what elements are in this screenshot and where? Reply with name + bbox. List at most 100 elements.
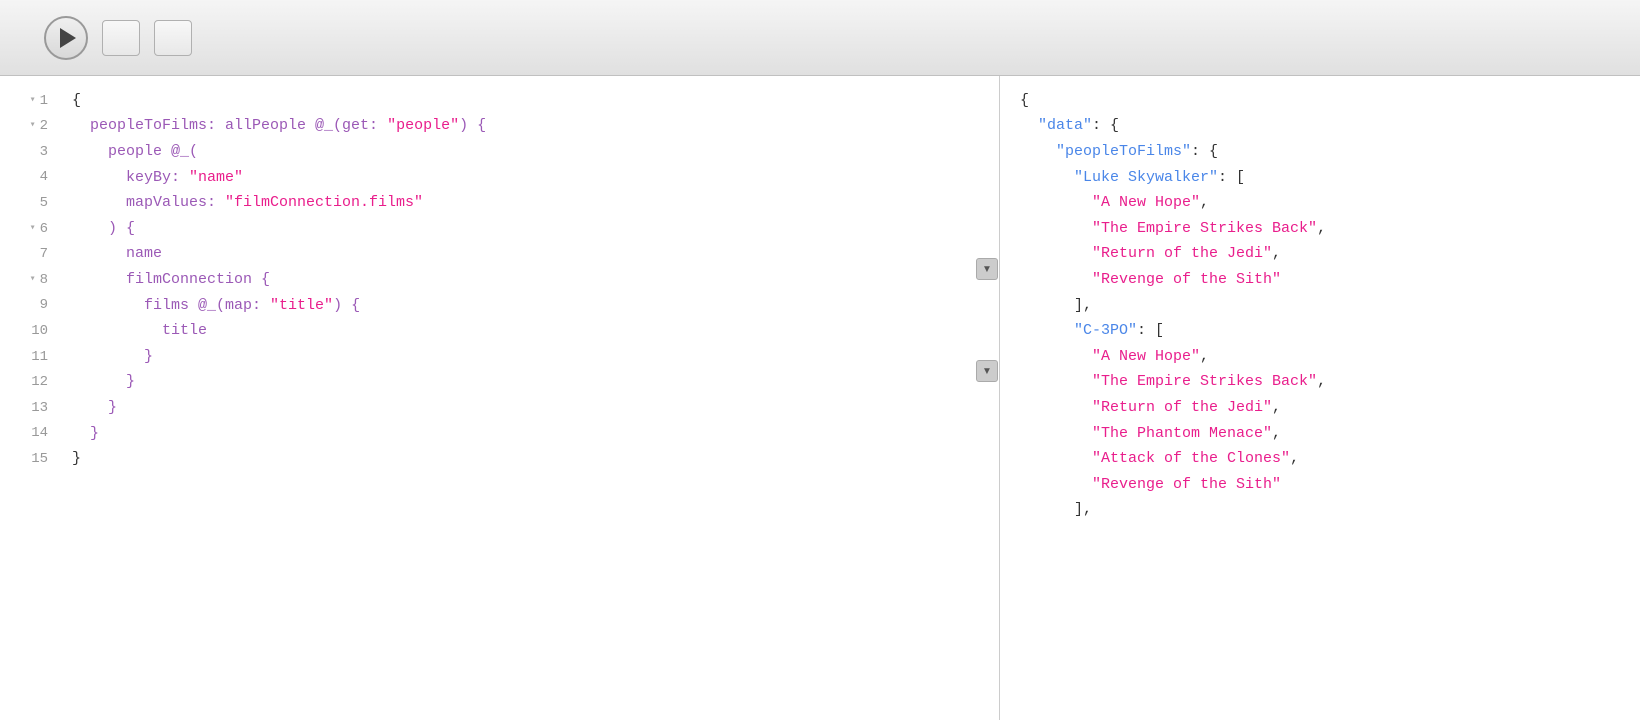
line-num-label: 9 [40, 294, 48, 316]
code-token: title [72, 319, 207, 343]
code-token: } [72, 447, 81, 471]
editor-pane: ▾1▾2345▾67▾89101112131415 { peopleToFilm… [0, 76, 1000, 720]
code-token: "title" [270, 294, 333, 318]
prettify-button[interactable] [102, 20, 140, 56]
code-line-7: name [72, 242, 983, 268]
result-token: "A New Hope" [1092, 191, 1200, 215]
line-num-label: 6 [40, 218, 48, 240]
result-token: , [1200, 191, 1209, 215]
result-line-16: ], [1020, 498, 1620, 524]
scroll-down-arrow-2[interactable]: ▼ [976, 360, 998, 382]
result-line-10: "A New Hope", [1020, 344, 1620, 370]
code-token: people @_( [72, 140, 198, 164]
result-line-14: "Attack of the Clones", [1020, 446, 1620, 472]
indent [1020, 396, 1092, 420]
line-number-11: 11 [16, 344, 48, 370]
indent [1020, 319, 1074, 343]
result-token: "Revenge of the Sith" [1092, 268, 1281, 292]
line-number-6: ▾6 [16, 216, 48, 242]
line-number-9: 9 [16, 293, 48, 319]
code-token: ) { [72, 217, 135, 241]
result-token: "data" [1038, 114, 1092, 138]
result-token: : [ [1137, 319, 1164, 343]
result-token: "Attack of the Clones" [1092, 447, 1290, 471]
code-token: } [72, 422, 99, 446]
code-line-1: { [72, 88, 983, 114]
result-line-1: "data": { [1020, 114, 1620, 140]
indent [1020, 422, 1092, 446]
code-line-8: filmConnection { [72, 267, 983, 293]
result-line-5: "The Empire Strikes Back", [1020, 216, 1620, 242]
line-number-7: 7 [16, 242, 48, 268]
line-num-label: 14 [31, 422, 48, 444]
indent [1020, 268, 1092, 292]
code-token: } [72, 370, 135, 394]
indent [1020, 473, 1092, 497]
result-token: , [1272, 396, 1281, 420]
line-number-15: 15 [16, 446, 48, 472]
line-num-label: 3 [40, 141, 48, 163]
result-token: , [1272, 422, 1281, 446]
result-token: , [1290, 447, 1299, 471]
result-token: : { [1092, 114, 1119, 138]
code-line-9: films @_(map: "title") { [72, 293, 983, 319]
fold-arrow[interactable]: ▾ [30, 93, 36, 109]
result-line-15: "Revenge of the Sith" [1020, 472, 1620, 498]
line-num-label: 11 [31, 346, 48, 368]
code-editor[interactable]: ▾1▾2345▾67▾89101112131415 { peopleToFilm… [0, 76, 999, 720]
fold-arrow[interactable]: ▾ [30, 272, 36, 288]
result-line-2: "peopleToFilms": { [1020, 139, 1620, 165]
code-token: keyBy: [72, 166, 189, 190]
code-line-15: } [72, 446, 983, 472]
result-token: , [1317, 370, 1326, 394]
history-button[interactable] [154, 20, 192, 56]
code-token: filmConnection { [72, 268, 270, 292]
scroll-down-arrow-1[interactable]: ▼ [976, 258, 998, 280]
line-number-3: 3 [16, 139, 48, 165]
code-token: } [72, 396, 117, 420]
code-line-14: } [72, 421, 983, 447]
indent [1020, 345, 1092, 369]
fold-arrow[interactable]: ▾ [30, 118, 36, 134]
indent [1020, 217, 1092, 241]
code-token: } [72, 345, 153, 369]
line-num-label: 15 [31, 448, 48, 470]
result-token: "The Phantom Menace" [1092, 422, 1272, 446]
result-token: : { [1191, 140, 1218, 164]
code-line-2: peopleToFilms: allPeople @_(get: "people… [72, 114, 983, 140]
indent [1020, 370, 1092, 394]
result-line-13: "The Phantom Menace", [1020, 421, 1620, 447]
result-line-12: "Return of the Jedi", [1020, 395, 1620, 421]
code-line-11: } [72, 344, 983, 370]
result-line-9: "C-3PO": [ [1020, 318, 1620, 344]
result-token: : [ [1218, 166, 1245, 190]
code-line-3: people @_( [72, 139, 983, 165]
line-num-label: 5 [40, 192, 48, 214]
indent [1020, 140, 1056, 164]
toolbar [0, 0, 1640, 76]
code-token: ) { [459, 114, 486, 138]
result-line-7: "Revenge of the Sith" [1020, 267, 1620, 293]
code-token: "people" [387, 114, 459, 138]
result-token: "A New Hope" [1092, 345, 1200, 369]
line-number-14: 14 [16, 421, 48, 447]
line-number-5: 5 [16, 190, 48, 216]
line-num-label: 13 [31, 397, 48, 419]
result-line-6: "Return of the Jedi", [1020, 242, 1620, 268]
line-num-label: 8 [40, 269, 48, 291]
fold-arrow[interactable]: ▾ [30, 221, 36, 237]
code-line-5: mapValues: "filmConnection.films" [72, 190, 983, 216]
code-line-6: ) { [72, 216, 983, 242]
code-line-10: title [72, 318, 983, 344]
code-token: peopleToFilms: allPeople @_(get: [72, 114, 387, 138]
indent [1020, 242, 1092, 266]
indent [1020, 191, 1092, 215]
indent [1020, 447, 1092, 471]
code-content[interactable]: { peopleToFilms: allPeople @_(get: "peop… [56, 88, 999, 720]
indent [1020, 498, 1074, 522]
result-content[interactable]: { "data": { "peopleToFilms": { "Luke Sky… [1000, 76, 1640, 720]
line-num-label: 12 [31, 371, 48, 393]
result-token: "Luke Skywalker" [1074, 166, 1218, 190]
run-button[interactable] [44, 16, 88, 60]
code-token: "name" [189, 166, 243, 190]
